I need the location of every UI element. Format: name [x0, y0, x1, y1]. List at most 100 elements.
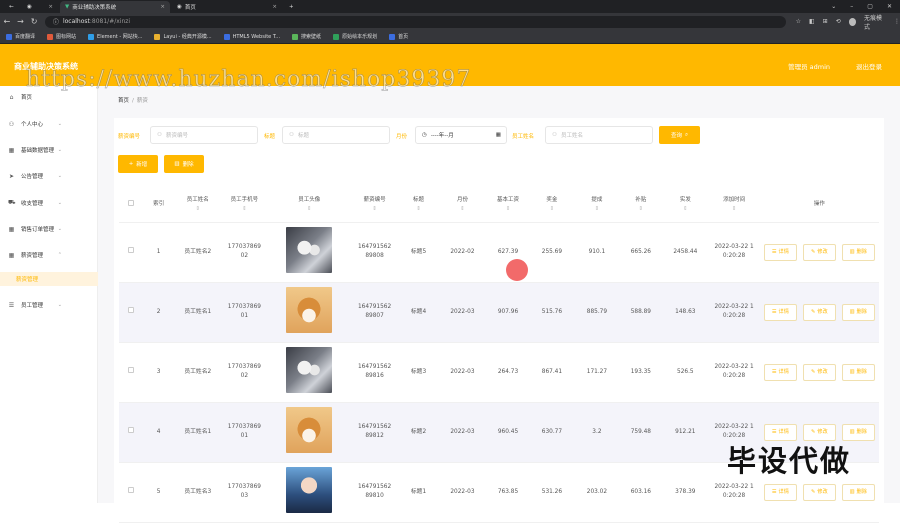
employee-avatar-image[interactable] — [286, 467, 333, 513]
code-input[interactable]: ⚇ 薪资编号 — [150, 126, 258, 144]
sidebar-item[interactable]: ▦ 销售订单管理 ⌄ — [0, 222, 98, 236]
sort-icon[interactable]: ⇕ — [487, 205, 530, 214]
sort-icon[interactable]: ⇕ — [175, 205, 221, 214]
edit-button[interactable]: ✎ 修改 — [802, 303, 836, 321]
select-all-checkbox[interactable] — [127, 199, 134, 206]
bookmark-item[interactable]: 百度翻译 — [6, 33, 35, 40]
column-header[interactable]: 员工头像 ⇕ — [267, 188, 351, 223]
sort-icon[interactable]: ⇕ — [529, 205, 574, 214]
close-window-icon[interactable]: ✕ — [887, 3, 892, 10]
column-header[interactable]: 操作 — [759, 188, 879, 223]
profile-icon[interactable] — [848, 17, 857, 26]
tab-search-icon[interactable]: ⌄ — [831, 3, 836, 10]
column-header[interactable]: 提成 ⇕ — [574, 188, 620, 223]
search-button[interactable]: 查询 ⌕ — [659, 126, 700, 144]
sidebar-item[interactable]: ➤ 公告管理 ⌄ — [0, 169, 98, 183]
edit-button[interactable]: ✎ 修改 — [802, 363, 836, 381]
bookmark-item[interactable]: 首页 — [389, 33, 408, 40]
globe-icon: ◉ — [177, 4, 182, 10]
maximize-icon[interactable]: ▢ — [867, 3, 873, 10]
edit-button[interactable]: ✎ 修改 — [802, 483, 836, 501]
close-icon[interactable]: × — [48, 4, 53, 10]
delete-button[interactable]: ▥ 删除 — [841, 363, 875, 381]
detail-button[interactable]: ☰ 详情 — [763, 303, 797, 321]
translate-icon[interactable]: ⊞ — [823, 18, 828, 25]
employee-avatar-image[interactable] — [286, 407, 333, 453]
delete-button[interactable]: ▥ 删除 — [841, 243, 875, 261]
close-icon[interactable]: × — [272, 4, 277, 10]
employee-avatar-image[interactable] — [286, 347, 333, 393]
forward-icon[interactable]: → — [14, 17, 28, 26]
extension-icon[interactable]: ◧ — [809, 18, 815, 25]
sort-icon[interactable]: ⇕ — [574, 205, 619, 214]
row-checkbox[interactable] — [127, 487, 134, 493]
sort-icon[interactable]: ⇕ — [350, 205, 398, 214]
sidebar-item[interactable]: 薪资管理 — [0, 272, 98, 286]
new-tab-button[interactable]: + — [284, 1, 299, 13]
column-header[interactable]: 索引 — [142, 188, 175, 223]
sidebar-item[interactable]: ⌂ 首页 — [0, 90, 98, 104]
employee-avatar-image[interactable] — [286, 227, 333, 273]
column-header[interactable]: 月份 ⇕ — [438, 188, 487, 223]
column-header[interactable]: 添加时间 ⇕ — [708, 188, 760, 223]
row-checkbox[interactable] — [127, 247, 134, 253]
column-header[interactable]: 补贴 ⇕ — [619, 188, 663, 223]
add-button[interactable]: + 新增 — [118, 155, 158, 173]
row-checkbox[interactable] — [127, 307, 134, 313]
sidebar-item[interactable]: ☰ 员工管理 ⌄ — [0, 298, 98, 312]
sort-icon[interactable]: ⇕ — [438, 205, 486, 214]
close-icon[interactable]: × — [160, 4, 165, 10]
delete-button[interactable]: ▥ 删除 — [841, 303, 875, 321]
browser-tab-2[interactable]: ◉ 首页 × — [172, 1, 282, 13]
browser-tab-blank[interactable]: ◉ × — [22, 1, 58, 13]
column-header[interactable]: 实发 ⇕ — [662, 188, 709, 223]
row-checkbox[interactable] — [127, 367, 134, 373]
back-icon[interactable]: ← — [0, 17, 14, 26]
calendar-picker-icon[interactable]: ▦ — [496, 132, 501, 138]
logout-link[interactable]: 退出登录 — [856, 61, 882, 71]
browser-tab-1[interactable]: ▼ 商业辅助决策系统 × — [60, 1, 170, 13]
detail-button[interactable]: ☰ 详情 — [763, 363, 797, 381]
sidebar-item[interactable]: ▦ 基础数据管理 ⌄ — [0, 143, 98, 157]
reload-icon[interactable]: ↻ — [27, 17, 41, 26]
detail-button[interactable]: ☰ 详情 — [763, 483, 797, 501]
name-input[interactable]: ⚇ 员工姓名 — [545, 126, 653, 144]
sort-icon[interactable]: ⇕ — [268, 205, 351, 214]
star-icon[interactable]: ☆ — [796, 18, 801, 25]
menu-icon[interactable]: ⋮ — [894, 18, 900, 25]
sidebar-item[interactable]: ▦ 薪资管理 ⌃ — [0, 248, 98, 262]
bookmark-item[interactable]: Element - 网站快... — [88, 33, 142, 40]
cell-text: 526.5 — [677, 368, 694, 375]
column-header[interactable]: 薪资编号 ⇕ — [350, 188, 399, 223]
breadcrumb-home[interactable]: 首页 — [118, 98, 129, 104]
edit-button[interactable]: ✎ 修改 — [802, 243, 836, 261]
bookmark-item[interactable]: Layui - 经典开源模... — [154, 33, 212, 40]
bookmark-item[interactable]: 图标网站 — [47, 33, 76, 40]
bookmark-item[interactable]: HTML5 Website T... — [223, 33, 280, 40]
title-input[interactable]: ⚇ 标题 — [282, 126, 390, 144]
bookmark-item[interactable]: 搜索壁纸 — [292, 33, 321, 40]
month-input[interactable]: ◷ ----年--月 ▦ — [415, 126, 507, 144]
sort-icon[interactable]: ⇕ — [399, 205, 439, 214]
sort-icon[interactable]: ⇕ — [221, 205, 268, 214]
minimize-icon[interactable]: – — [850, 3, 853, 10]
history-icon[interactable]: ⟲ — [836, 18, 841, 25]
batch-delete-button[interactable]: ▥ 删除 — [164, 155, 204, 173]
browser-back-mini[interactable]: ← — [4, 1, 19, 13]
sidebar-item[interactable]: ⛟ 收支管理 ⌄ — [0, 196, 98, 210]
bookmark-item[interactable]: 原始绘本乐规划 — [333, 33, 377, 40]
column-header[interactable]: 标题 ⇕ — [398, 188, 439, 223]
detail-button[interactable]: ☰ 详情 — [763, 243, 797, 261]
sort-icon[interactable]: ⇕ — [708, 205, 759, 214]
column-header[interactable]: 奖金 ⇕ — [529, 188, 575, 223]
column-header[interactable]: 员工姓名 ⇕ — [174, 188, 221, 223]
delete-button[interactable]: ▥ 删除 — [841, 483, 875, 501]
employee-avatar-image[interactable] — [286, 287, 333, 333]
sort-icon[interactable]: ⇕ — [619, 205, 662, 214]
address-bar[interactable]: ⓘ localhost:8081/#/xinzi — [44, 15, 786, 28]
column-header[interactable]: 员工手机号 ⇕ — [220, 188, 268, 223]
sort-icon[interactable]: ⇕ — [662, 205, 708, 214]
column-header[interactable]: 基本工资 ⇕ — [486, 188, 530, 223]
row-checkbox[interactable] — [127, 427, 134, 433]
sidebar-item[interactable]: ⚇ 个人中心 ⌄ — [0, 117, 98, 131]
